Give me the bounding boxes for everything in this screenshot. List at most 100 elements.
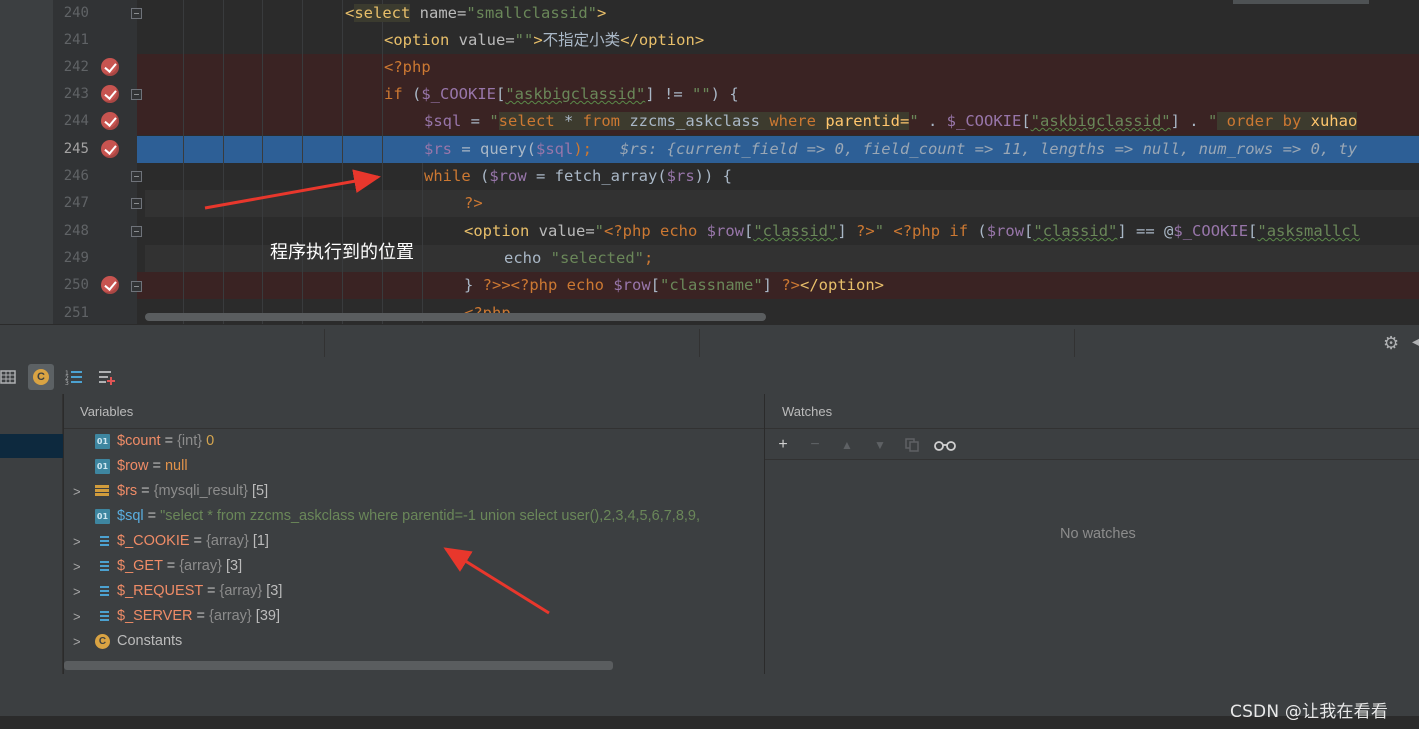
fold-marker-icon[interactable] (131, 226, 142, 237)
expand-arrow-icon[interactable]: > (73, 529, 81, 554)
variable-value: 0 (202, 433, 215, 449)
remove-watch-icon[interactable]: − (804, 434, 826, 456)
breakpoint-icon[interactable] (101, 140, 119, 158)
code-line-244[interactable]: $sql = "select * from zzcms_askclass whe… (424, 108, 1358, 135)
breakpoint-line-bg (137, 54, 1419, 82)
code-token: while (424, 167, 471, 185)
indent-guide (223, 0, 224, 324)
variable-type: {mysqli_result} (153, 483, 248, 499)
code-line-241[interactable]: <option value="">不指定小类</option> (384, 27, 704, 54)
code-token: value= (529, 222, 595, 240)
code-token: <?php (384, 58, 431, 76)
variable-name: $rs (117, 483, 138, 499)
code-token: $_COOKIE (1173, 222, 1249, 240)
move-down-icon[interactable]: ▼ (869, 434, 891, 456)
code-token: ( (402, 85, 422, 103)
variable-row[interactable]: > $rs = {mysqli_result} [5] (64, 479, 764, 504)
array-icon (95, 584, 110, 599)
breakpoint-icon[interactable] (101, 85, 119, 103)
list-icon[interactable]: 123 (61, 364, 87, 390)
code-token: ); (573, 140, 593, 158)
scalar-icon: 01 (95, 434, 110, 449)
code-line-246[interactable]: while ($row = fetch_array($rs)) { (424, 163, 732, 190)
code-token: $row (613, 276, 651, 294)
code-line-243[interactable]: if ($_COOKIE["askbigclassid"] != "") { (384, 81, 739, 108)
variable-row[interactable]: > $_REQUEST = {array} [3] (64, 579, 764, 604)
fold-marker-icon[interactable] (131, 198, 142, 209)
code-token: ] (762, 276, 782, 294)
gear-icon[interactable]: ⚙ (1383, 333, 1399, 354)
variables-horizontal-scrollbar[interactable] (64, 661, 613, 670)
variable-value: null (164, 458, 188, 474)
add-watch-list-icon[interactable] (94, 364, 120, 390)
code-token: ( (470, 167, 490, 185)
fold-marker-icon[interactable] (131, 8, 142, 19)
code-line-249[interactable]: echo "selected"; (504, 245, 653, 272)
breakpoint-icon[interactable] (101, 276, 119, 294)
move-up-icon[interactable]: ▲ (836, 434, 858, 456)
header-separator (699, 329, 700, 357)
indent-guide (342, 0, 343, 324)
selected-frame[interactable] (0, 434, 63, 458)
line-number: 247 (63, 195, 89, 211)
code-token: $row (489, 167, 527, 185)
code-token: "selected" (550, 249, 644, 267)
code-token: ( (526, 140, 537, 158)
code-token: "classid" (753, 222, 838, 240)
code-token: "askbigclassid" (505, 85, 646, 103)
expand-arrow-icon[interactable]: > (73, 629, 81, 654)
code-token: ?> (856, 222, 875, 240)
breakpoint-icon[interactable] (101, 112, 119, 130)
code-token: $row (986, 222, 1025, 240)
fold-marker-icon[interactable] (131, 281, 142, 292)
variable-row[interactable]: > $_GET = {array} [3] (64, 554, 764, 579)
code-line-242[interactable]: <?php (384, 54, 431, 81)
watches-toolbar (765, 430, 1419, 460)
code-token: echo (650, 222, 707, 240)
collapse-arrow-icon[interactable]: ◂ (1412, 333, 1419, 350)
table-icon[interactable] (0, 364, 21, 390)
constants-icon[interactable]: C (28, 364, 54, 390)
glasses-icon[interactable] (934, 434, 956, 456)
code-token: <?php (604, 222, 651, 240)
variable-row[interactable]: > $_SERVER = {array} [39] (64, 604, 764, 629)
code-token: " (909, 112, 919, 130)
code-token: " (1207, 112, 1218, 130)
variable-row[interactable]: 01 $count = {int} 0 (64, 429, 764, 454)
code-token: $rs (666, 167, 695, 185)
variable-row[interactable]: 01 $row = null (64, 454, 764, 479)
add-watch-icon[interactable]: + (772, 434, 794, 456)
debug-bottom-area (0, 674, 1419, 716)
scalar-icon: 01 (95, 459, 110, 474)
code-line-240[interactable]: <select name="smallclassid"> (345, 0, 606, 27)
variable-value: "select * from zzcms_askclass where pare… (160, 508, 701, 524)
variable-row[interactable]: > $_COOKIE = {array} [1] (64, 529, 764, 554)
fold-marker-icon[interactable] (131, 171, 142, 182)
code-line-245[interactable]: $rs = query($sql); $rs: {current_field =… (424, 136, 1357, 163)
code-token: "askbigclassid" (1030, 112, 1171, 130)
copy-icon-glyph (905, 438, 919, 452)
code-editor[interactable]: 240 241 242 243 244 245 246 247 248 249 … (0, 0, 1419, 324)
code-line-250[interactable]: } ?>><?php echo $row["classname"] ?></op… (464, 272, 884, 299)
editor-horizontal-scrollbar[interactable] (145, 313, 766, 321)
code-line-248[interactable]: <option value="<?php echo $row["classid"… (464, 218, 1360, 245)
header-separator (324, 329, 325, 357)
expand-arrow-icon[interactable]: > (73, 604, 81, 629)
copy-icon[interactable] (901, 434, 923, 456)
code-token: if (940, 222, 978, 240)
variable-text: $_COOKIE = {array} [1] (117, 529, 269, 554)
variable-row[interactable]: 01 $sql = "select * from zzcms_askclass … (64, 504, 764, 529)
fold-marker-icon[interactable] (131, 89, 142, 100)
breakpoint-icon[interactable] (101, 58, 119, 76)
variable-value: [3] (221, 558, 243, 574)
expand-arrow-icon[interactable]: > (73, 479, 81, 504)
expand-arrow-icon[interactable]: > (73, 579, 81, 604)
expand-arrow-icon[interactable]: > (73, 554, 81, 579)
code-line-247[interactable]: ?> (464, 190, 483, 217)
variable-name: $_REQUEST (117, 583, 203, 599)
code-token: xuhao (1301, 112, 1358, 130)
variable-row[interactable]: > C Constants (64, 629, 764, 654)
variable-text: $sql = "select * from zzcms_askclass whe… (117, 504, 700, 529)
no-watches-text: No watches (1060, 526, 1136, 542)
indent-guide (262, 0, 263, 324)
